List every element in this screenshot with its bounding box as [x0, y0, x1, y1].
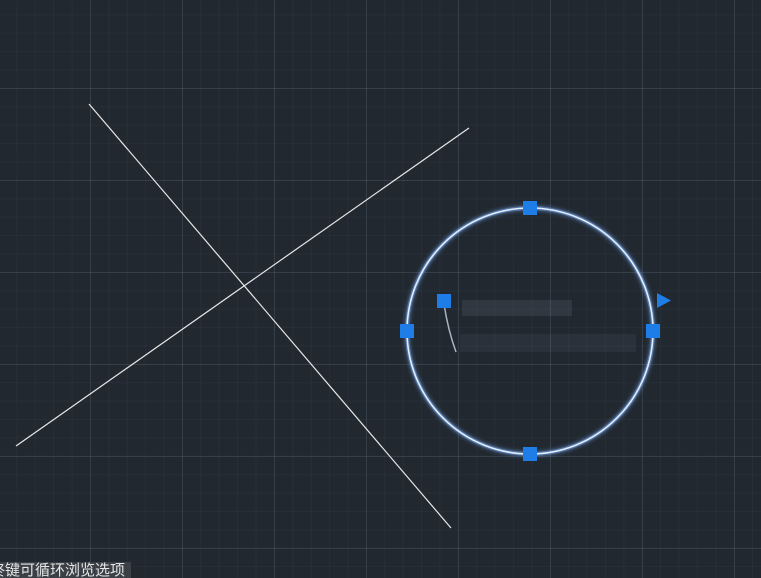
line-entity-2[interactable]	[15, 127, 470, 447]
grip-left[interactable]	[400, 324, 414, 338]
grip-bottom[interactable]	[523, 447, 537, 461]
selected-circle[interactable]	[405, 206, 655, 456]
status-bar: 终键可循环浏览选项	[0, 562, 132, 578]
drawing-canvas[interactable]	[0, 0, 761, 578]
grip-center[interactable]	[437, 294, 451, 308]
line-entity-1[interactable]	[88, 103, 452, 529]
model-space[interactable]	[0, 0, 761, 578]
blue-triangle-arrow-icon[interactable]	[657, 293, 671, 308]
grip-top[interactable]	[523, 201, 537, 215]
grip-right[interactable]	[646, 324, 660, 338]
ghost-text-blur-2	[460, 334, 636, 352]
ghost-text-blur	[462, 300, 572, 316]
ghost-arc	[443, 303, 457, 353]
status-hint-text: 终键可循环浏览选项	[0, 562, 126, 578]
